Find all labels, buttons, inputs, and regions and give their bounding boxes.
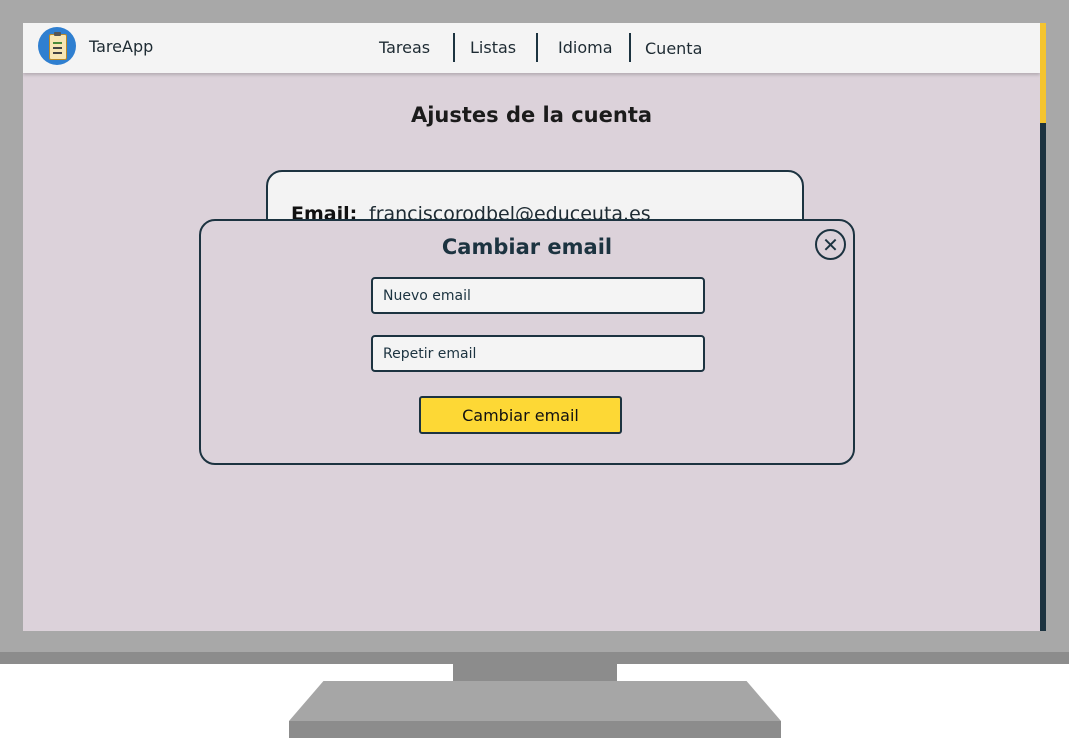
scrollbar[interactable] xyxy=(1040,23,1046,631)
nav-divider xyxy=(629,33,631,62)
monitor-stand-base xyxy=(289,681,781,721)
change-email-button[interactable]: Cambiar email xyxy=(419,396,622,434)
nav-item-listas[interactable]: Listas xyxy=(470,38,516,57)
new-email-input[interactable] xyxy=(371,277,705,314)
monitor-stand-base-edge xyxy=(289,721,781,738)
nav-item-idioma[interactable]: Idioma xyxy=(558,38,613,57)
navbar: TareApp Tareas Listas Idioma Cuenta xyxy=(23,23,1040,73)
app-screen: TareApp Tareas Listas Idioma Cuenta Ajus… xyxy=(23,23,1040,631)
repeat-email-input[interactable] xyxy=(371,335,705,372)
page-title: Ajustes de la cuenta xyxy=(410,103,653,127)
monitor-chin xyxy=(0,652,1069,664)
change-email-modal: Cambiar email ✕ Cambiar email xyxy=(199,219,855,465)
nav-divider xyxy=(453,33,455,62)
app-name[interactable]: TareApp xyxy=(89,37,153,56)
clipboard-icon[interactable] xyxy=(38,27,76,65)
modal-title: Cambiar email xyxy=(441,235,613,259)
nav-item-tareas[interactable]: Tareas xyxy=(379,38,430,57)
nav-divider xyxy=(536,33,538,62)
close-icon[interactable]: ✕ xyxy=(815,229,846,260)
nav-item-cuenta[interactable]: Cuenta xyxy=(645,39,702,58)
scrollbar-thumb[interactable] xyxy=(1040,23,1046,123)
